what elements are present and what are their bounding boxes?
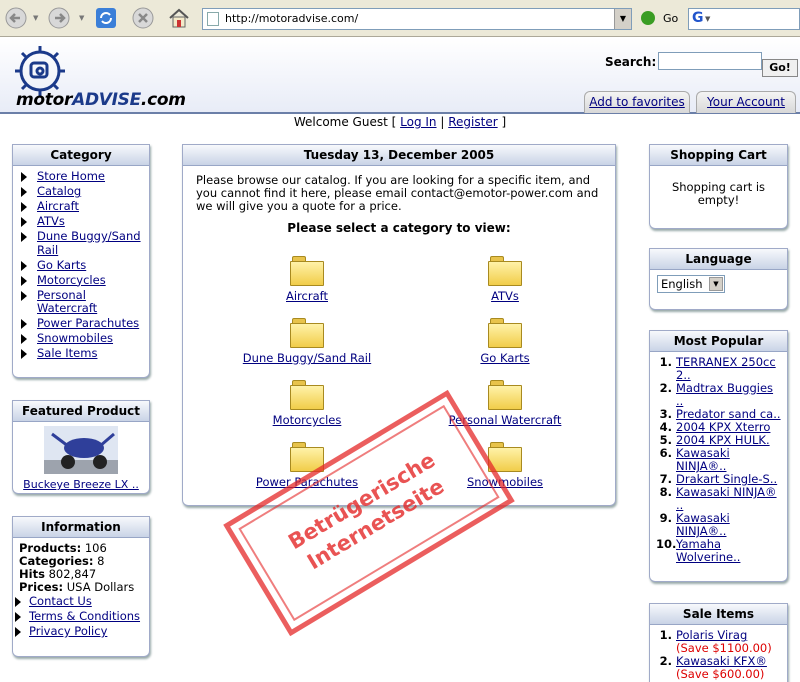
list-item: 6. Kawasaki NINJA®.. xyxy=(659,446,730,473)
add-to-favorites-tab[interactable]: Add to favorites xyxy=(584,91,690,113)
category-tile-personal-watercraft[interactable]: Personal Watercraft xyxy=(425,378,585,427)
category-tile-go-karts[interactable]: Go Karts xyxy=(425,316,585,365)
information-box: Information Products: 106 Categories: 8 … xyxy=(12,516,150,657)
list-item: 10. Yamaha Wolverine.. xyxy=(656,537,741,564)
folder-icon[interactable] xyxy=(488,316,522,348)
contact-us-link[interactable]: Contact Us xyxy=(13,594,149,609)
category-item-power-parachutes[interactable]: Power Parachutes xyxy=(19,316,149,331)
category-item-personal-watercraft[interactable]: Personal Watercraft xyxy=(19,288,149,316)
refresh-icon[interactable] xyxy=(93,5,119,31)
cart-empty-text: Shopping cart is empty! xyxy=(671,180,766,207)
information-title: Information xyxy=(13,517,149,538)
sale-items-box: Sale Items 1. Polaris Virag (Save $1100.00… xyxy=(649,603,788,682)
register-link[interactable]: Register xyxy=(448,115,497,129)
privacy-policy-link[interactable]: Privacy Policy xyxy=(13,624,149,639)
list-item: 1. TERRANEX 250cc 2.. xyxy=(659,355,776,382)
list-item: 1. Polaris Virag (Save $1100.00) xyxy=(659,628,772,655)
shopping-cart-box: Shopping Cart Shopping cart is empty! xyxy=(649,144,788,229)
category-tile-power-parachutes[interactable]: Power Parachutes xyxy=(227,440,387,489)
select-category-heading: Please select a category to view: xyxy=(287,221,511,235)
back-icon[interactable] xyxy=(3,5,29,31)
category-item-store-home[interactable]: Store Home xyxy=(19,169,149,184)
list-item: 8. Kawasaki NINJA® .. xyxy=(659,485,777,512)
address-bar[interactable]: http://motoradvise.com/ ▼ xyxy=(202,8,632,30)
shopping-cart-title: Shopping Cart xyxy=(650,145,787,166)
forward-icon[interactable] xyxy=(46,5,72,31)
category-item-catalog[interactable]: Catalog xyxy=(19,184,149,199)
category-item-motorcycles[interactable]: Motorcycles xyxy=(19,273,149,288)
folder-icon[interactable] xyxy=(290,378,324,410)
category-item-go-karts[interactable]: Go Karts xyxy=(19,258,149,273)
category-item-snowmobiles[interactable]: Snowmobiles xyxy=(19,331,149,346)
sale-items-title: Sale Items xyxy=(650,604,787,625)
google-g-icon[interactable]: G xyxy=(692,10,704,26)
featured-product-box: Featured Product Buckeye Breeze LX .. xyxy=(12,400,150,494)
login-link[interactable]: Log In xyxy=(400,115,436,129)
category-tile-aircraft[interactable]: Aircraft xyxy=(227,254,387,303)
main-content-box: Tuesday 13, December 2005 Please browse … xyxy=(182,144,616,506)
folder-icon[interactable] xyxy=(290,254,324,286)
featured-product-title: Featured Product xyxy=(13,401,149,422)
list-item: 9. Kawasaki NINJA®.. xyxy=(659,511,730,538)
list-item: 2. Kawasaki KFX® (Save $600.00) xyxy=(659,654,767,681)
most-popular-title: Most Popular xyxy=(650,331,787,352)
folder-icon[interactable] xyxy=(488,440,522,472)
category-tile-motorcycles[interactable]: Motorcycles xyxy=(227,378,387,427)
catalog-intro-text: Please browse our catalog. If you are lo… xyxy=(196,173,599,213)
category-tile-atvs[interactable]: ATVs xyxy=(425,254,585,303)
site-logo[interactable]: motorADVISE.com xyxy=(16,90,186,110)
back-dropdown-icon[interactable]: ▼ xyxy=(33,14,38,22)
page-icon xyxy=(207,12,219,26)
date-header: Tuesday 13, December 2005 xyxy=(183,145,615,166)
category-item-atvs[interactable]: ATVs xyxy=(19,214,149,229)
search-dropdown-icon[interactable]: ▼ xyxy=(705,15,710,23)
most-popular-box: Most Popular 1. TERRANEX 250cc 2.. 2. Madt… xyxy=(649,330,788,582)
welcome-bar: Welcome Guest [ Log In | Register ] xyxy=(293,115,507,129)
category-item-sale-items[interactable]: Sale Items xyxy=(19,346,149,361)
home-icon[interactable] xyxy=(166,5,192,31)
search-input[interactable] xyxy=(658,52,762,70)
category-item-aircraft[interactable]: Aircraft xyxy=(19,199,149,214)
language-title: Language xyxy=(650,249,787,270)
address-dropdown-icon[interactable]: ▼ xyxy=(614,9,631,29)
product-image[interactable] xyxy=(44,426,118,474)
your-account-tab[interactable]: Your Account xyxy=(696,91,796,113)
toolbar-search-box[interactable]: G ▼ xyxy=(688,8,800,30)
information-links: Contact Us Terms & Conditions Privacy Po… xyxy=(13,594,149,639)
category-tile-snowmobiles[interactable]: Snowmobiles xyxy=(425,440,585,489)
terms-link[interactable]: Terms & Conditions xyxy=(13,609,149,624)
folder-icon[interactable] xyxy=(290,440,324,472)
search-go-button[interactable]: Go! xyxy=(762,59,798,77)
go-button[interactable]: Go xyxy=(663,12,678,25)
prices-currency: Prices: USA Dollars xyxy=(19,580,135,594)
search-label: Search: xyxy=(605,55,657,69)
list-item: 2. Madtrax Buggies .. xyxy=(659,381,774,408)
stop-icon[interactable] xyxy=(130,5,156,31)
folder-icon[interactable] xyxy=(290,316,324,348)
most-popular-list: 1. TERRANEX 250cc 2.. 2. Madtrax Buggies .… xyxy=(650,352,787,564)
language-select[interactable]: English ▼ xyxy=(657,275,725,293)
folder-icon[interactable] xyxy=(488,378,522,410)
category-box: Category Store Home Catalog Aircraft ATV… xyxy=(12,144,150,378)
folder-icon[interactable] xyxy=(488,254,522,286)
go-arrow-icon[interactable] xyxy=(641,11,655,25)
category-item-dune-buggy[interactable]: Dune Buggy/Sand Rail xyxy=(19,229,149,257)
category-tile-dune-buggy[interactable]: Dune Buggy/Sand Rail xyxy=(227,316,387,365)
browser-toolbar: ▼ ▼ http://motoradvise.com/ ▼ Go G ▼ xyxy=(0,0,800,37)
category-list: Store Home Catalog Aircraft ATVs Dune Bu… xyxy=(13,166,149,361)
address-url: http://motoradvise.com/ xyxy=(225,12,359,25)
forward-dropdown-icon[interactable]: ▼ xyxy=(79,14,84,22)
category-box-title: Category xyxy=(13,145,149,166)
chevron-down-icon[interactable]: ▼ xyxy=(709,277,723,291)
sale-items-list: 1. Polaris Virag (Save $1100.00) 2. Kawasak… xyxy=(650,625,787,681)
language-box: Language English ▼ xyxy=(649,248,788,310)
featured-product-link[interactable]: Buckeye Breeze LX .. xyxy=(23,478,139,491)
